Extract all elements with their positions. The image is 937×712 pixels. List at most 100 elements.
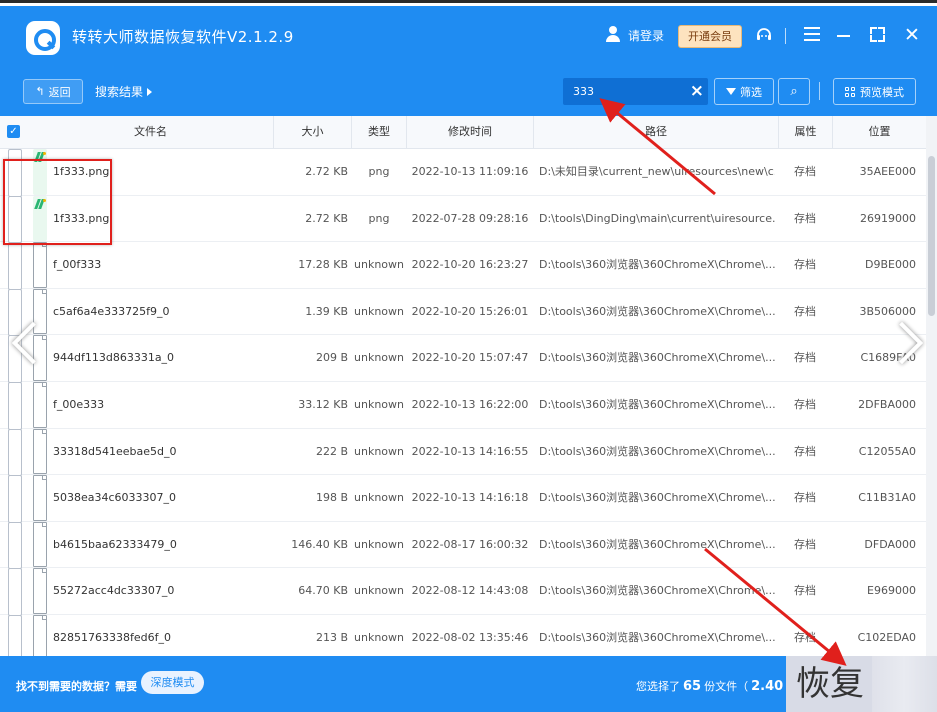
file-path: D:\tools\360浏览器\360ChromeX\Chrome\...	[539, 491, 775, 505]
selected-count: 65	[683, 679, 702, 694]
file-table: ✓ 文件名 大小 类型 修改时间 路径 属性 位置 1f333.png 2.72 …	[0, 116, 937, 656]
selected-prefix: 您选择了	[636, 680, 680, 693]
file-size: 222 B	[315, 444, 348, 458]
file-mtime: 2022-10-20 16:23:27	[411, 258, 529, 272]
row-checkbox[interactable]	[8, 428, 22, 477]
filter-label: 筛选	[740, 85, 762, 99]
row-checkbox[interactable]	[8, 614, 22, 656]
table-row[interactable]: f_00f333 17.28 KB unknown 2022-10-20 16:23:…	[0, 242, 926, 290]
file-mtime: 2022-10-13 16:22:00	[411, 397, 529, 411]
view-search-button[interactable]: ⌕	[778, 78, 810, 105]
clear-search-icon[interactable]: ×	[690, 81, 704, 101]
footer-prompt: 找不到需要的数据？需要	[16, 680, 137, 693]
table-row[interactable]: 944df113d863331a_0 209 B unknown 2022-10-20…	[0, 335, 926, 383]
minimize-icon[interactable]	[837, 35, 850, 37]
row-checkbox[interactable]	[8, 195, 22, 244]
file-name: 82851763338fed6f_0	[53, 630, 171, 644]
select-all-checkbox[interactable]: ✓	[7, 125, 20, 138]
recover-button[interactable]: 恢复	[786, 656, 937, 712]
header-type[interactable]: 类型	[352, 116, 407, 148]
table-row[interactable]: f_00e333 33.12 KB unknown 2022-10-13 16:22:…	[0, 381, 926, 430]
app-window: 转转大师数据恢复软件V2.1.2.9 请登录 开通会员 ✕ ↰ 返回 搜索结果 …	[0, 6, 937, 712]
fullscreen-icon[interactable]	[870, 27, 885, 42]
file-location: E969000	[867, 584, 916, 598]
file-type: unknown	[354, 397, 404, 411]
file-size: 146.40 KB	[291, 537, 348, 551]
file-icon	[33, 428, 47, 475]
file-type: unknown	[354, 630, 404, 644]
header-name[interactable]: 文件名	[28, 116, 274, 148]
file-location: D9BE000	[865, 258, 916, 272]
footer-bar: 找不到需要的数据？需要 深度模式 您选择了 65 份文件（ 2.40 恢复	[0, 656, 937, 712]
menu-icon[interactable]	[804, 27, 820, 43]
vip-button[interactable]: 开通会员	[678, 25, 742, 48]
file-name: f_00e333	[53, 397, 105, 411]
row-checkbox[interactable]	[8, 521, 22, 570]
file-mtime: 2022-10-20 15:07:47	[411, 351, 529, 365]
table-row[interactable]: 33318d541eebae5d_0 222 B unknown 2022-10-13…	[0, 428, 926, 477]
table-row[interactable]: 5038ea34c6033307_0 198 B unknown 2022-10-13…	[0, 475, 926, 523]
back-button[interactable]: ↰ 返回	[23, 79, 83, 104]
file-path: D:\tools\360浏览器\360ChromeX\Chrome\...	[539, 258, 775, 272]
table-row[interactable]: 55272acc4dc33307_0 64.70 KB unknown 2022-08…	[0, 568, 926, 616]
header-attr[interactable]: 属性	[779, 116, 833, 148]
file-name: 1f333.png	[53, 211, 110, 225]
file-name: f_00f333	[53, 258, 102, 272]
header-path[interactable]: 路径	[534, 116, 779, 148]
row-checkbox[interactable]	[8, 288, 22, 337]
row-checkbox[interactable]	[8, 475, 22, 523]
file-size: 198 B	[315, 491, 348, 505]
breadcrumb-label: 搜索结果	[95, 85, 144, 99]
table-row[interactable]: 1f333.png 2.72 KB png 2022-10-13 11:09:16 D:…	[0, 149, 926, 197]
file-name: 33318d541eebae5d_0	[53, 444, 177, 458]
row-checkbox[interactable]	[8, 242, 22, 290]
search-input[interactable]	[563, 78, 703, 105]
file-attr: 存档	[794, 537, 816, 551]
file-type: unknown	[354, 258, 404, 272]
file-location: C12055A0	[858, 444, 916, 458]
breadcrumb[interactable]: 搜索结果	[95, 83, 153, 100]
login-button[interactable]: 请登录	[604, 26, 664, 44]
filter-button[interactable]: 筛选	[714, 78, 774, 105]
scrollbar-thumb[interactable]	[928, 156, 935, 316]
header-location[interactable]: 位置	[833, 116, 926, 148]
file-path: D:\未知目录\current_new\uiresources\new\c...	[539, 165, 775, 178]
row-checkbox[interactable]	[8, 568, 22, 616]
file-type: unknown	[354, 351, 404, 365]
file-path: D:\tools\DingDing\main\current\uiresourc…	[539, 211, 775, 225]
deep-mode-button[interactable]: 深度模式	[141, 671, 204, 694]
file-path: D:\tools\360浏览器\360ChromeX\Chrome\...	[539, 397, 775, 411]
selected-suffix: 份文件（	[704, 680, 749, 693]
file-path: D:\tools\360浏览器\360ChromeX\Chrome\...	[539, 304, 775, 318]
top-edge-bar	[0, 0, 937, 3]
file-mtime: 2022-07-28 09:28:16	[411, 211, 529, 225]
preview-mode-button[interactable]: 预览模式	[833, 78, 916, 105]
table-header: ✓ 文件名 大小 类型 修改时间 路径 属性 位置	[0, 116, 926, 149]
file-name: b4615baa62333479_0	[53, 537, 177, 551]
file-attr: 存档	[794, 630, 816, 644]
file-attr: 存档	[794, 258, 816, 272]
file-icon	[33, 568, 47, 614]
table-row[interactable]: 1f333.png 2.72 KB png 2022-07-28 09:28:16 D:…	[0, 195, 926, 244]
file-size: 1.39 KB	[305, 304, 348, 318]
file-type: unknown	[354, 444, 404, 458]
row-checkbox[interactable]	[8, 381, 22, 430]
table-body: 1f333.png 2.72 KB png 2022-10-13 11:09:16 D:…	[0, 149, 926, 656]
file-icon	[33, 614, 47, 656]
file-location: DFDA000	[864, 537, 916, 551]
toolbar-divider	[819, 82, 820, 100]
header-mtime[interactable]: 修改时间	[407, 116, 534, 148]
file-name: 5038ea34c6033307_0	[53, 491, 177, 505]
login-label: 请登录	[628, 28, 665, 43]
file-attr: 存档	[794, 491, 816, 505]
close-icon[interactable]: ✕	[904, 26, 920, 45]
file-location: 26919000	[860, 211, 916, 225]
file-mtime: 2022-10-20 15:26:01	[411, 304, 529, 318]
table-row[interactable]: 82851763338fed6f_0 213 B unknown 2022-08-02…	[0, 614, 926, 656]
table-row[interactable]: c5af6a4e333725f9_0 1.39 KB unknown 2022-10-…	[0, 288, 926, 337]
header-size[interactable]: 大小	[274, 116, 352, 148]
customer-service-icon[interactable]	[755, 26, 773, 44]
vertical-scrollbar[interactable]	[926, 116, 937, 656]
row-checkbox[interactable]	[8, 149, 22, 197]
table-row[interactable]: b4615baa62333479_0 146.40 KB unknown 2022-0…	[0, 521, 926, 570]
